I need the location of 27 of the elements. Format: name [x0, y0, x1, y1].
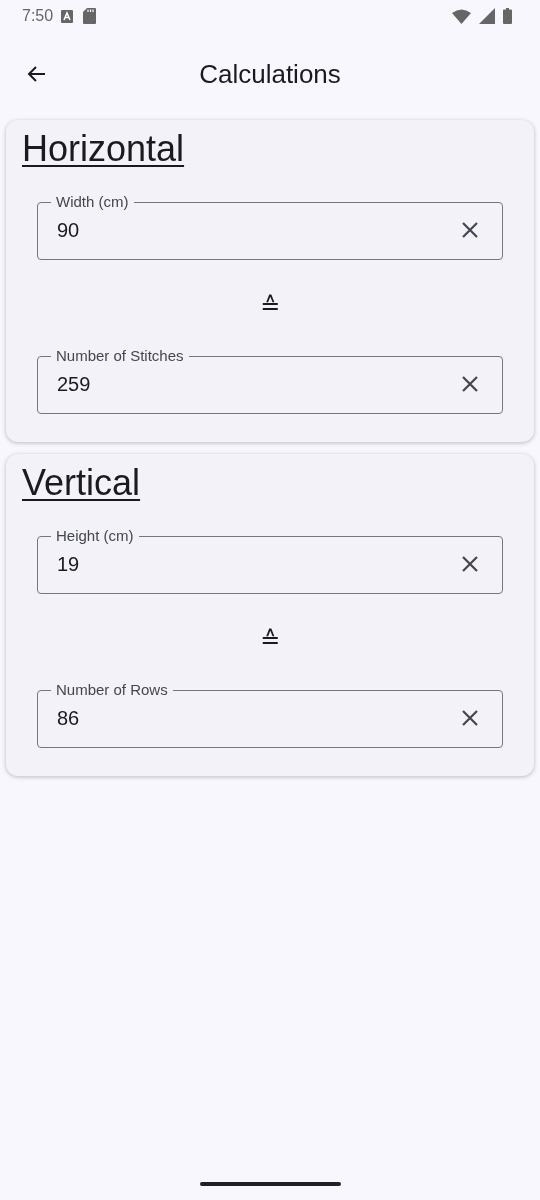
text-field[interactable]: Height (cm) 19 [37, 528, 503, 594]
field-label: Number of Rows [55, 682, 169, 698]
text-field[interactable]: Width (cm) 90 [37, 194, 503, 260]
input-field[interactable]: 19 [52, 552, 456, 576]
input-field[interactable]: 259 [52, 372, 456, 396]
section-title: Vertical [22, 461, 141, 505]
signal-icon [479, 8, 495, 24]
close-icon [460, 554, 480, 574]
font-notification-icon [61, 9, 74, 23]
field-label: Height (cm) [55, 528, 135, 544]
screen-title: Calculations [199, 58, 341, 90]
close-icon [460, 374, 480, 394]
text-field[interactable]: Number of Rows 86 [37, 682, 503, 748]
text-field[interactable]: Number of Stitches 259 [37, 348, 503, 414]
status-time: 7:50 [22, 7, 54, 25]
field-label: Width (cm) [55, 194, 130, 210]
close-icon [460, 708, 480, 728]
input-field[interactable]: 90 [52, 218, 456, 242]
field-label: Number of Stitches [55, 348, 185, 364]
close-icon [460, 220, 480, 240]
battery-icon [503, 8, 512, 24]
section-title: Horizontal [22, 127, 185, 171]
equivalence-symbol: ≙ [259, 626, 281, 654]
sd-card-icon [83, 8, 97, 24]
wifi-icon [452, 8, 471, 24]
input-field[interactable]: 86 [52, 706, 456, 730]
equivalence-symbol: ≙ [259, 292, 281, 320]
